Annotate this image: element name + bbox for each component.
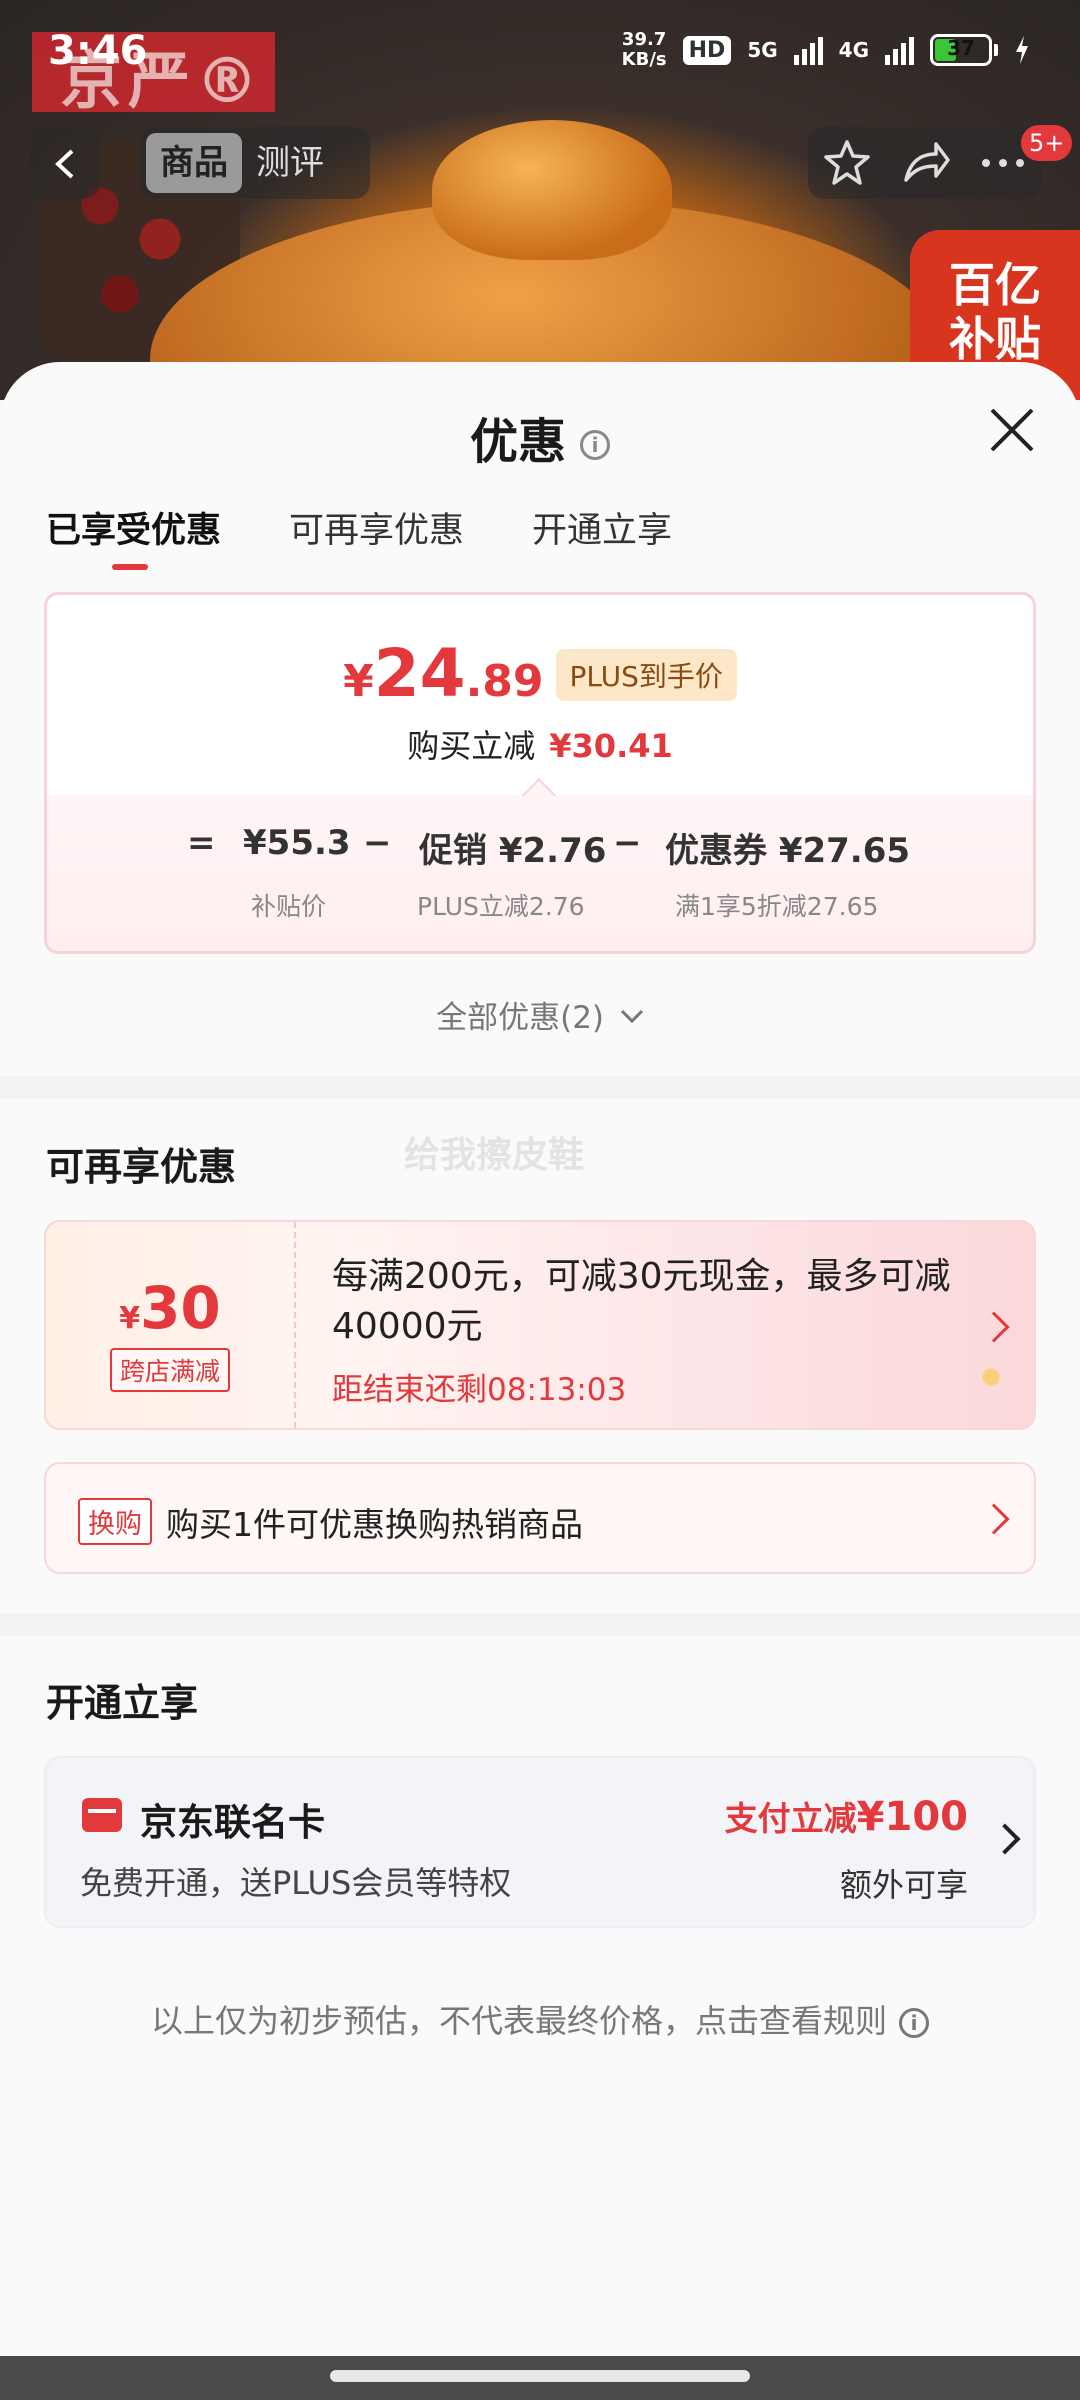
formula-promo-label: PLUS立减2.76 [417,892,585,921]
info-icon: i [899,2008,929,2038]
swap-tag: 换购 [78,1498,152,1545]
product-nav-tabs: 商品 测评 [140,127,370,199]
tab-open-now[interactable]: 开通立享 [532,502,672,553]
info-icon[interactable]: i [580,430,610,460]
cross-store-promo-card[interactable]: ¥30 跨店满减 每满200元，可减30元现金，最多可减40000元 距结束还剩… [44,1220,1036,1430]
card-description: 免费开通，送PLUS会员等特权 [80,1864,512,1902]
photo-pot-lid [432,120,672,260]
chevron-down-icon [620,1009,643,1024]
co-branded-card-offer[interactable]: 京东联名卡 免费开通，送PLUS会员等特权 支付立减¥100 额外可享 [44,1756,1036,1928]
signal-5g-icon [793,35,823,65]
net-speed-unit: KB/s [621,49,667,70]
final-price-integer: 24 [373,635,466,712]
close-icon[interactable] [988,406,1036,454]
saving-amount: ¥30.41 [549,727,673,765]
subsidy-badge-line1: 百亿 [949,258,1041,312]
promo-countdown: 距结束还剩08:13:03 [332,1372,627,1408]
nav-action-group [808,127,1042,199]
final-price: ¥24.89 PLUS到手价 [47,635,1033,712]
more-offers-title: 可再享优惠 [46,1145,237,1189]
battery-icon: 37 [930,34,998,66]
card-benefit: 支付立减¥100 [725,1792,968,1840]
formula-promo: 促销 ¥2.76 [419,831,607,871]
card-benefit-prefix: 支付立减 [724,1799,857,1838]
network-5g-label: 5G [747,38,778,62]
credit-card-icon [82,1798,122,1832]
status-time: 3:46 [48,28,148,74]
tab-enjoyed[interactable]: 已享受优惠 [46,502,221,570]
price-breakdown-card: ¥24.89 PLUS到手价 购买立减 ¥30.41 = ¥55.3 − 促销 ¥2… [44,592,1036,954]
battery-level: 37 [947,36,975,60]
swap-description: 购买1件可优惠换购热销商品 [166,1505,583,1544]
formula-base-price: ¥55.3 [243,823,351,863]
subsidy-badge-line2: 补贴 [949,312,1041,366]
swap-offer-card[interactable]: 换购 购买1件可优惠换购热销商品 [44,1462,1036,1574]
sheet-tabs: 已享受优惠 可再享优惠 开通立享 [46,502,672,570]
network-4g-label: 4G [838,38,869,62]
sheet-title-text: 优惠 [469,414,566,470]
watermark-text: 给我擦皮鞋 [404,1135,585,1176]
nav-tab-product[interactable]: 商品 [146,133,242,193]
promo-type-tag: 跨店满减 [109,1348,230,1392]
discount-sheet: 优惠 i 已享受优惠 可再享优惠 开通立享 ¥24.89 PLUS到手价 购买立减 ¥… [0,362,1080,2400]
promo-description: 每满200元，可减30元现金，最多可减40000元 [332,1256,951,1347]
hd-voice-icon: HD [682,35,732,65]
sheet-title: 优惠 i [0,402,1080,472]
net-speed: 39.7 KB/s [622,30,667,70]
section-divider-2 [0,1614,1080,1636]
card-benefit-amount: ¥100 [856,1794,968,1840]
promo-value: 30 [140,1274,221,1342]
charging-icon [1016,36,1028,64]
promo-amount-panel: ¥30 跨店满减 [46,1222,296,1428]
formula-minus-1: − [363,823,392,863]
saving-line: 购买立减 ¥30.41 [47,721,1033,767]
home-indicator[interactable] [330,2370,750,2382]
tab-more-offers[interactable]: 可再享优惠 [289,502,464,553]
signal-4g-icon [885,35,914,65]
net-speed-value: 39.7 [621,29,667,50]
nav-tab-review[interactable]: 测评 [242,133,338,193]
favorite-star-icon[interactable] [822,138,872,188]
final-price-currency: ¥ [343,656,374,707]
section-divider-1 [0,1076,1080,1098]
formula-base-label: 补贴价 [251,892,327,921]
sparkle-decoration [946,1332,1034,1422]
status-bar: 3:46 39.7 KB/s HD 5G 4G 37 [0,0,1080,100]
chevron-right-icon [978,1503,1010,1535]
status-indicators: 39.7 KB/s HD 5G 4G 37 [622,30,1030,70]
open-now-title: 开通立享 [46,1681,199,1725]
breakdown-band [47,795,1033,951]
formula-coupon-label: 满1享5折减27.65 [675,892,879,921]
saving-label: 购买立减 [407,727,536,765]
promo-amount: ¥30 [46,1274,294,1342]
pricing-rules-note[interactable]: 以上仅为初步预估，不代表最终价格，点击查看规则 i [0,1996,1080,2042]
share-icon[interactable] [900,138,950,188]
final-price-decimal: .89 [465,656,544,707]
formula-minus-2: − [613,823,642,863]
promo-currency: ¥ [119,1301,141,1336]
card-name: 京东联名卡 [140,1801,325,1844]
plus-price-tag: PLUS到手价 [555,649,737,701]
notification-badge: 5+ [1021,125,1073,161]
card-extra-note: 额外可享 [839,1866,968,1904]
back-arrow-icon [55,149,74,179]
back-button[interactable] [30,127,100,199]
formula-equals: = [187,823,216,863]
chevron-right-icon [989,1823,1021,1855]
all-offers-toggle[interactable]: 全部优惠(2) [0,992,1080,1037]
pricing-rules-text: 以上仅为初步预估，不代表最终价格，点击查看规则 [150,2002,887,2040]
all-offers-label: 全部优惠(2) [436,1000,605,1036]
formula-coupon: 优惠券 ¥27.65 [665,831,911,871]
